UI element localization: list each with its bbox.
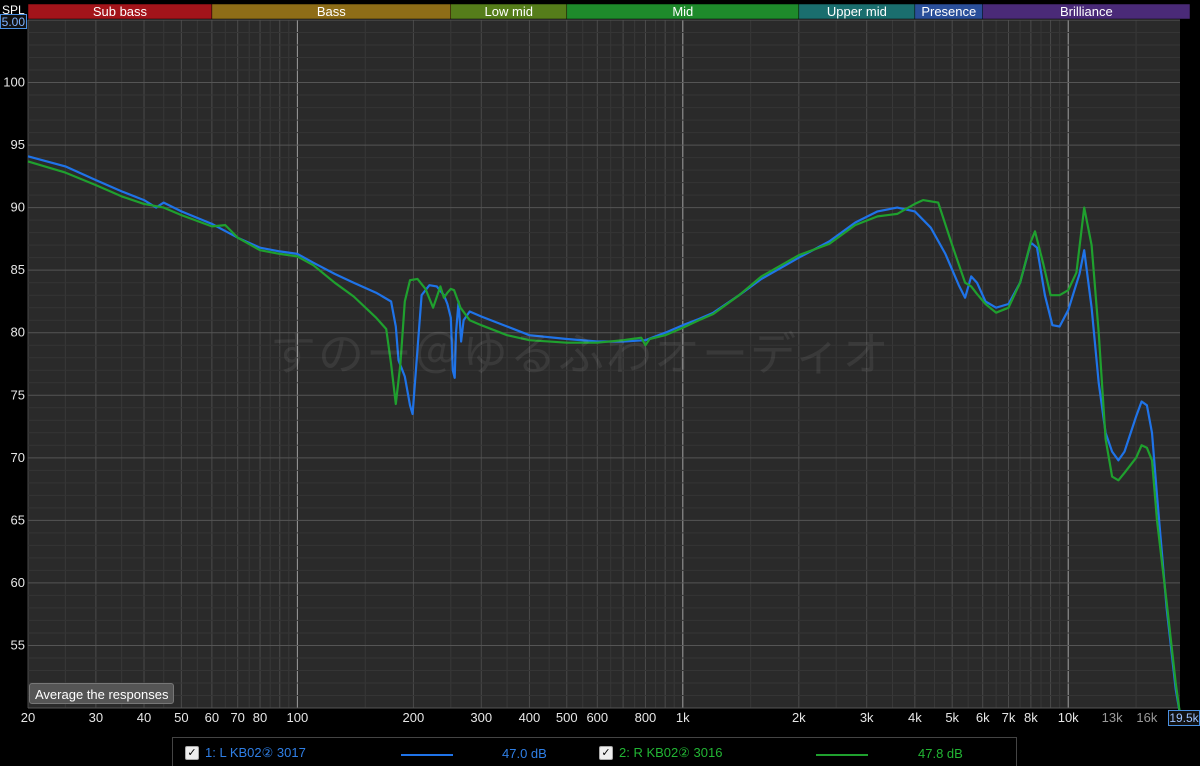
- legend-value-right: 47.8 dB: [918, 746, 963, 761]
- band-label-5: Presence: [921, 4, 976, 19]
- x-tick-label: 40: [137, 710, 151, 725]
- x-tick-label: 800: [635, 710, 657, 725]
- y-tick-label: 95: [11, 137, 25, 152]
- legend-item-right[interactable]: ✓ 2: R KB02② 3016: [599, 744, 722, 762]
- legend-checkbox-right[interactable]: ✓: [599, 746, 613, 760]
- band-label-3: Mid: [672, 4, 693, 19]
- y-tick-label: 65: [11, 512, 25, 527]
- x-tick-label: 100: [287, 710, 309, 725]
- x-tick-label: 500: [556, 710, 578, 725]
- y-tick-label: 60: [11, 575, 25, 590]
- y-tick-label: 85: [11, 262, 25, 277]
- x-tick-label: 400: [519, 710, 541, 725]
- y-tick-label: 80: [11, 325, 25, 340]
- band-label-0: Sub bass: [93, 4, 148, 19]
- legend-value-left: 47.0 dB: [502, 746, 547, 761]
- y-tick-label: 100: [3, 75, 25, 90]
- average-responses-button[interactable]: Average the responses: [29, 683, 175, 704]
- x-tick-label: 20: [21, 710, 35, 725]
- frequency-bands: Sub bass Bass Low mid Mid Upper mid Presence B…: [27, 3, 1191, 20]
- legend-item-left[interactable]: ✓ 1: L KB02② 3017: [185, 744, 306, 762]
- x-tick-label: 16k: [1136, 710, 1157, 725]
- x-tick-label: 50: [174, 710, 188, 725]
- x-tick-label: 200: [403, 710, 425, 725]
- x-tick-label: 3k: [860, 710, 874, 725]
- x-tick-label: 30: [89, 710, 103, 725]
- y-tick-label: 55: [11, 637, 25, 652]
- x-tick-label: 13k: [1102, 710, 1123, 725]
- x-tick-label: 10k: [1058, 710, 1079, 725]
- x-tick-label: 2k: [792, 710, 806, 725]
- x-tick-label: 80: [253, 710, 267, 725]
- x-tick-label: 8k: [1024, 710, 1038, 725]
- legend-label-left: 1: L KB02② 3017: [205, 745, 306, 760]
- band-label-4: Upper mid: [827, 4, 887, 19]
- x-tick-label: 70: [230, 710, 244, 725]
- x-tick-label: 300: [470, 710, 492, 725]
- x-tick-label: 4k: [908, 710, 922, 725]
- legend-swatch-left: [401, 754, 453, 756]
- band-label-6: Brilliance: [1060, 4, 1113, 19]
- legend-label-right: 2: R KB02② 3016: [619, 745, 723, 760]
- legend-checkbox-left[interactable]: ✓: [185, 746, 199, 760]
- band-label-1: Bass: [317, 4, 346, 19]
- band-label-2: Low mid: [485, 4, 533, 19]
- y-top-value-input[interactable]: 5.00: [0, 14, 27, 29]
- y-tick-label: 75: [11, 387, 25, 402]
- x-tick-label: 6k: [976, 710, 990, 725]
- x-tick-label: 5k: [945, 710, 959, 725]
- legend-panel: ✓ 1: L KB02② 3017 47.0 dB ✓ 2: R KB02② 3…: [172, 737, 1017, 766]
- x-tick-label: 600: [586, 710, 608, 725]
- x-tick-label: 1k: [676, 710, 690, 725]
- x-tick-label: 60: [205, 710, 219, 725]
- x-end-value-input[interactable]: 19.5k: [1168, 710, 1200, 726]
- x-tick-label: 7k: [1002, 710, 1016, 725]
- legend-swatch-right: [816, 754, 868, 756]
- y-tick-label: 70: [11, 450, 25, 465]
- y-tick-label: 90: [11, 200, 25, 215]
- watermark-text: すのー＠ゆるふわオーディオ: [270, 327, 891, 381]
